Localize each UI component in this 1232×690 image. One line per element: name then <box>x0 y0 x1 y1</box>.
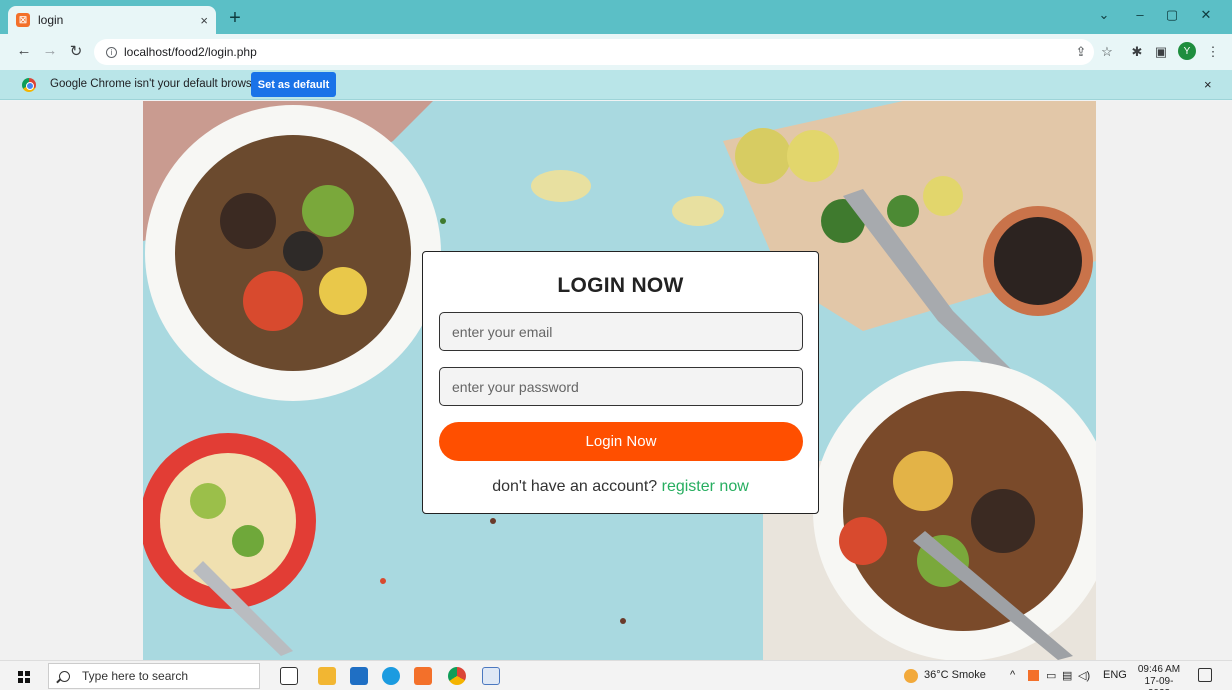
mail-icon[interactable] <box>350 667 368 685</box>
address-bar[interactable]: i localhost/food2/login.php <box>94 39 1094 65</box>
notification-icon[interactable] <box>1198 668 1212 682</box>
page-viewport: LOGIN NOW Login Now don't have an accoun… <box>0 101 1232 660</box>
tray-meet-icon[interactable]: ▭ <box>1046 669 1056 682</box>
taskbar-clock[interactable]: 09:46 AM 17-09-2023 <box>1134 664 1184 690</box>
browser-tab[interactable]: ☒ login × <box>8 6 216 34</box>
taskbar-search-placeholder: Type here to search <box>82 669 189 683</box>
password-input[interactable] <box>439 367 803 406</box>
weather-text[interactable]: 36°C Smoke <box>924 669 986 681</box>
new-tab-button[interactable]: + <box>224 8 246 30</box>
tab-close-icon[interactable]: × <box>200 13 208 28</box>
windows-taskbar: Type here to search 36°C Smoke ^ ▭ ▤ ◁) … <box>0 660 1232 690</box>
infobar-close-icon[interactable]: × <box>1204 77 1212 92</box>
xampp-favicon: ☒ <box>16 13 30 27</box>
tray-xampp-icon[interactable] <box>1028 670 1039 681</box>
url-text: localhost/food2/login.php <box>124 45 257 59</box>
file-explorer-icon[interactable] <box>318 667 336 685</box>
minimize-button[interactable]: – <box>1130 7 1150 22</box>
taskbar-search[interactable]: Type here to search <box>48 663 260 689</box>
register-prompt-text: don't have an account? <box>492 478 658 495</box>
login-submit-button[interactable]: Login Now <box>439 422 803 461</box>
xampp-icon[interactable] <box>414 667 432 685</box>
chrome-taskbar-icon[interactable] <box>448 667 466 685</box>
tab-search-icon[interactable]: ⌄ <box>1094 7 1114 23</box>
info-icon[interactable]: i <box>106 46 117 58</box>
set-as-default-button[interactable]: Set as default <box>251 72 336 97</box>
register-prompt: don't have an account? register now <box>423 478 818 496</box>
tray-chevron-icon[interactable]: ^ <box>1010 669 1015 681</box>
sidepanel-icon[interactable]: ▣ <box>1152 44 1170 60</box>
infobar-message: Google Chrome isn't your default browser <box>50 78 262 90</box>
network-icon[interactable]: ▤ <box>1062 669 1072 682</box>
share-icon[interactable]: ⇪ <box>1072 44 1090 60</box>
clock-date: 17-09-2023 <box>1144 676 1174 690</box>
weather-icon[interactable] <box>904 669 918 683</box>
forward-arrow-icon[interactable]: → <box>40 42 60 59</box>
maximize-button[interactable]: ▢ <box>1162 7 1182 23</box>
tab-title: login <box>38 13 64 27</box>
edge-icon[interactable] <box>382 667 400 685</box>
search-icon <box>59 670 70 682</box>
clock-time: 09:46 AM <box>1137 664 1181 675</box>
task-view-icon[interactable] <box>280 667 298 685</box>
chrome-icon <box>22 78 36 92</box>
reload-icon[interactable]: ↻ <box>66 42 86 60</box>
back-arrow-icon[interactable]: ← <box>14 42 34 59</box>
notes-icon[interactable] <box>482 667 500 685</box>
browser-tab-strip: ☒ login × + ⌄ – ▢ ✕ <box>0 0 1232 34</box>
volume-icon[interactable]: ◁) <box>1078 669 1090 682</box>
login-form: LOGIN NOW Login Now don't have an accoun… <box>422 251 819 514</box>
register-link[interactable]: register now <box>662 478 749 495</box>
language-indicator[interactable]: ENG <box>1103 669 1127 681</box>
email-input[interactable] <box>439 312 803 351</box>
default-browser-infobar: Google Chrome isn't your default browser… <box>0 70 1232 100</box>
login-title: LOGIN NOW <box>557 274 684 297</box>
close-window-button[interactable]: ✕ <box>1196 7 1216 23</box>
profile-avatar[interactable]: Y <box>1178 42 1196 60</box>
browser-toolbar: ← → ↻ i localhost/food2/login.php ⇪ ☆ ✱ … <box>0 34 1232 70</box>
star-icon[interactable]: ☆ <box>1098 44 1116 60</box>
extensions-icon[interactable]: ✱ <box>1128 44 1146 60</box>
menu-icon[interactable]: ⋮ <box>1204 44 1222 60</box>
windows-logo-icon[interactable] <box>18 671 30 683</box>
